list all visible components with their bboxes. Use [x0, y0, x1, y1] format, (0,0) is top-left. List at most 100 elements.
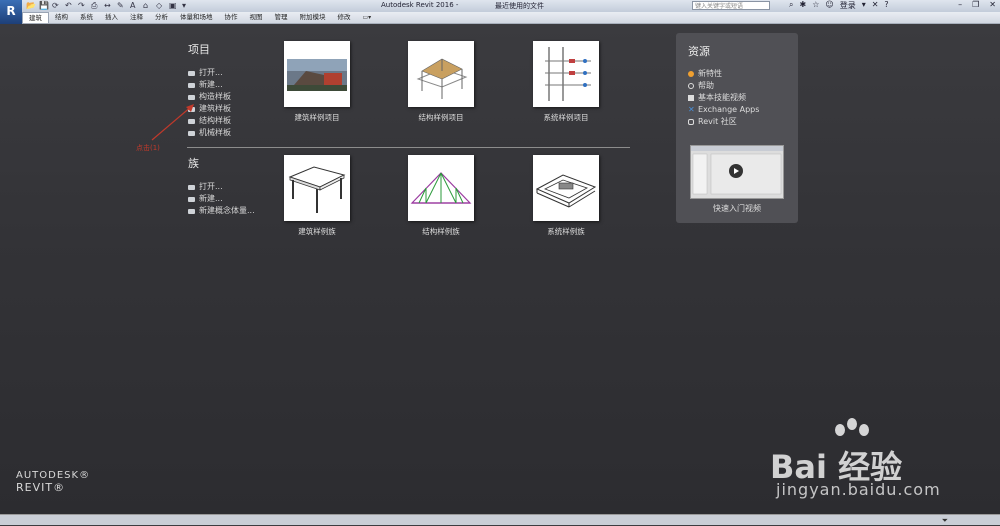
systems-sample-family-thumb[interactable] — [533, 155, 599, 221]
switch-window-icon[interactable]: ▣ — [169, 1, 178, 10]
baidu-watermark: Bai 经验 jingyan.baidu.com — [770, 418, 980, 506]
ribbon-options-icon[interactable]: ▭▾ — [357, 12, 378, 23]
annotation-label: 点击(1) — [136, 144, 160, 152]
structure-frame-icon — [416, 58, 468, 99]
tab-collaborate[interactable]: 协作 — [219, 12, 244, 23]
tab-manage[interactable]: 管理 — [269, 12, 294, 23]
video-icon — [688, 95, 694, 101]
window-controls: – ❐ ✕ — [958, 0, 996, 12]
annotation-arrow-icon — [151, 104, 194, 141]
watermark-url: jingyan.baidu.com — [776, 480, 941, 499]
tab-addins[interactable]: 附加模块 — [294, 12, 332, 23]
print-icon[interactable]: ⎙ — [91, 1, 100, 10]
filter-icon[interactable]: ⏷ — [942, 516, 948, 526]
families-title: 族 — [188, 157, 199, 170]
open-icon[interactable]: 📂 — [26, 1, 36, 10]
star-icon[interactable]: ☆ — [812, 0, 819, 12]
structural-sample-project-label[interactable]: 结构样例项目 — [386, 112, 496, 123]
file-icon — [188, 94, 195, 100]
quick-access-toolbar: 📂 💾 ⟳ ↶ ↷ ⎙ ↔ ✎ A ⌂ ◇ ▣ ▾ — [26, 1, 191, 11]
whats-new-link[interactable]: 新特性 — [688, 68, 759, 80]
sync-icon[interactable]: ⟳ — [52, 1, 61, 10]
title-tools: ⌕ ✱ ☆ ☺ 登录 ▾ ✕ ? — [789, 0, 889, 12]
exchange-icon[interactable]: ✕ — [872, 0, 879, 12]
measure-icon[interactable]: ↔ — [104, 1, 113, 10]
systems-sample-family-label[interactable]: 系统样例族 — [511, 226, 621, 237]
community-icon — [688, 119, 694, 125]
revit-community-link[interactable]: Revit 社区 — [688, 116, 759, 128]
essential-skills-videos-link[interactable]: 基本技能视频 — [688, 92, 759, 104]
customize-qat-icon[interactable]: ▾ — [182, 1, 191, 10]
tab-architecture[interactable]: 建筑 — [22, 12, 49, 23]
redo-icon[interactable]: ↷ — [78, 1, 87, 10]
structural-sample-family-thumb[interactable] — [408, 155, 474, 221]
project-new-link[interactable]: 新建... — [188, 79, 231, 91]
restore-button[interactable]: ❐ — [972, 0, 979, 12]
systems-sample-project-thumb[interactable] — [533, 41, 599, 107]
subscription-icon[interactable]: ✱ — [799, 0, 806, 12]
recent-files-title: 最近使用的文件 — [495, 2, 544, 10]
chevron-down-icon[interactable]: ▾ — [862, 0, 866, 12]
application-menu-button[interactable]: R — [0, 0, 22, 24]
help-icon[interactable]: ? — [884, 0, 888, 12]
family-open-link[interactable]: 打开... — [188, 181, 255, 193]
structural-sample-family-label[interactable]: 结构样例族 — [386, 226, 496, 237]
status-bar: ⏷ — [0, 514, 1000, 525]
projects-title: 项目 — [188, 43, 210, 56]
search-input[interactable]: 键入关键字或短语 — [692, 1, 770, 10]
architectural-sample-family-thumb[interactable] — [284, 155, 350, 221]
play-icon[interactable] — [729, 164, 743, 178]
file-icon — [188, 196, 195, 202]
help-link[interactable]: 帮助 — [688, 80, 759, 92]
new-conceptual-mass-link[interactable]: 新建概念体量... — [188, 205, 255, 217]
architectural-sample-family-label[interactable]: 建筑样例族 — [262, 226, 372, 237]
exchange-icon: ✕ — [688, 105, 695, 114]
families-links: 打开... 新建... 新建概念体量... — [188, 181, 255, 217]
building-render-icon — [287, 59, 347, 91]
file-icon — [188, 82, 195, 88]
family-new-link[interactable]: 新建... — [188, 193, 255, 205]
bulb-icon — [688, 71, 694, 77]
tab-structure[interactable]: 结构 — [49, 12, 74, 23]
resources-panel: 资源 新特性 帮助 基本技能视频 ✕ Exchange Apps Revit 社区… — [676, 33, 798, 223]
tab-massing-site[interactable]: 体量和场地 — [174, 12, 219, 23]
architectural-sample-project-label[interactable]: 建筑样例项目 — [262, 112, 372, 123]
3d-view-icon[interactable]: ⌂ — [143, 1, 152, 10]
section-divider — [187, 147, 630, 148]
tag-icon[interactable]: ✎ — [117, 1, 126, 10]
architectural-sample-project-thumb[interactable] — [284, 41, 350, 107]
tab-systems[interactable]: 系统 — [74, 12, 99, 23]
signin-link[interactable]: 登录 — [840, 0, 856, 12]
getting-started-video-label[interactable]: 快速入门视频 — [676, 203, 798, 214]
autodesk-revit-logo: AUTODESK® REVIT® — [16, 470, 90, 494]
systems-sample-project-label[interactable]: 系统样例项目 — [511, 112, 621, 123]
project-open-link[interactable]: 打开... — [188, 67, 231, 79]
logo-line-2: REVIT® — [16, 481, 66, 494]
getting-started-video-thumb[interactable] — [690, 145, 784, 199]
help-icon — [688, 83, 694, 89]
table-icon — [288, 166, 346, 213]
structural-sample-project-thumb[interactable] — [408, 41, 474, 107]
close-button[interactable]: ✕ — [989, 0, 996, 12]
tab-modify[interactable]: 修改 — [332, 12, 357, 23]
mass-icon — [188, 208, 195, 214]
binoculars-icon[interactable]: ⌕ — [789, 0, 793, 12]
logo-line-1: AUTODESK® — [16, 470, 91, 481]
section-icon[interactable]: ◇ — [156, 1, 165, 10]
folder-icon — [188, 70, 195, 76]
tab-view[interactable]: 视图 — [244, 12, 269, 23]
tab-insert[interactable]: 插入 — [99, 12, 124, 23]
tab-annotate[interactable]: 注释 — [124, 12, 149, 23]
minimize-button[interactable]: – — [958, 0, 962, 12]
resources-title: 资源 — [688, 45, 710, 58]
save-icon[interactable]: 💾 — [39, 1, 49, 10]
exchange-apps-link[interactable]: ✕ Exchange Apps — [688, 104, 759, 116]
truss-icon — [410, 172, 472, 204]
user-icon[interactable]: ☺ — [825, 0, 833, 12]
resources-links: 新特性 帮助 基本技能视频 ✕ Exchange Apps Revit 社区 — [688, 68, 759, 128]
ribbon-tabs: 建筑 结构 系统 插入 注释 分析 体量和场地 协作 视图 管理 附加模块 修改… — [22, 12, 1000, 24]
tab-analyze[interactable]: 分析 — [149, 12, 174, 23]
text-icon[interactable]: A — [130, 1, 139, 10]
air-terminal-icon — [535, 174, 597, 208]
undo-icon[interactable]: ↶ — [65, 1, 74, 10]
